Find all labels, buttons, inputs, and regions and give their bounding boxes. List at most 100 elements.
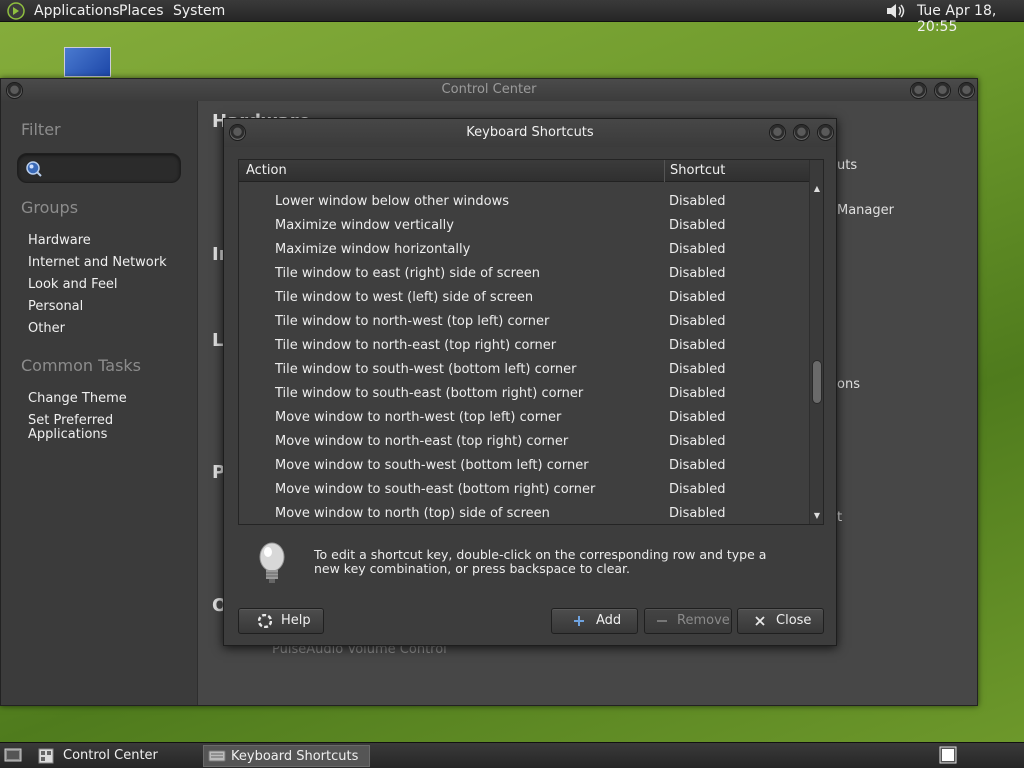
top-panel: Applications Places System Tue Apr 18, 2… xyxy=(0,0,1024,35)
action-cell: Move window to north-west (top left) cor… xyxy=(275,410,562,425)
item-partial-ons[interactable]: ons xyxy=(837,377,860,392)
filter-heading: Filter xyxy=(21,120,61,139)
help-icon xyxy=(258,614,272,628)
shortcut-cell[interactable]: Disabled xyxy=(669,290,725,305)
common-tasks-heading: Common Tasks xyxy=(21,356,142,375)
table-row[interactable]: Maximize window horizontally Disabled xyxy=(239,238,809,262)
filter-input[interactable] xyxy=(46,158,176,178)
shortcuts-table[interactable]: Action Shortcut Raise window above other… xyxy=(238,159,824,525)
hint-line-1: To edit a shortcut key, double-click on … xyxy=(314,547,767,562)
column-header-shortcut[interactable]: Shortcut xyxy=(670,163,725,178)
item-partial-t[interactable]: t xyxy=(837,510,842,525)
table-row[interactable]: Tile window to south-west (bottom left) … xyxy=(239,358,809,382)
remove-button[interactable]: Remove xyxy=(644,608,732,634)
volume-icon[interactable] xyxy=(884,2,908,20)
show-desktop-icon[interactable] xyxy=(4,747,22,763)
add-button[interactable]: Add xyxy=(551,608,638,634)
taskbar-item-keyboard-shortcuts[interactable]: Keyboard Shortcuts xyxy=(203,745,370,767)
help-button[interactable]: Help xyxy=(238,608,324,634)
action-cell: Tile window to east (right) side of scre… xyxy=(275,266,540,281)
close-window-button[interactable] xyxy=(958,82,975,99)
shortcut-cell[interactable]: Disabled xyxy=(669,482,725,497)
shortcut-cell[interactable]: Disabled xyxy=(669,410,725,425)
dialog-minimize-button[interactable] xyxy=(769,124,786,141)
table-row[interactable]: Move window to north (top) side of scree… xyxy=(239,502,809,524)
scroll-down-arrow-icon[interactable]: ▼ xyxy=(812,512,822,520)
close-button[interactable]: Close xyxy=(737,608,824,634)
lightbulb-icon xyxy=(259,542,285,583)
remove-icon xyxy=(657,620,667,622)
window-title: Control Center xyxy=(441,82,537,97)
table-row[interactable]: Move window to north-east (top right) co… xyxy=(239,430,809,454)
action-cell: Maximize window horizontally xyxy=(275,242,471,257)
add-label: Add xyxy=(596,613,622,628)
dialog-titlebar[interactable]: Keyboard Shortcuts xyxy=(224,119,836,147)
menu-places[interactable]: Places xyxy=(119,3,164,19)
shortcut-cell[interactable]: Disabled xyxy=(669,218,725,233)
dialog-close-window-button[interactable] xyxy=(817,124,834,141)
add-icon xyxy=(574,616,584,626)
taskbar-label-control-center: Control Center xyxy=(63,748,158,763)
column-divider[interactable] xyxy=(664,160,665,182)
keyboard-shortcuts-dialog: Keyboard Shortcuts Action Shortcut Raise… xyxy=(223,118,837,646)
clock[interactable]: Tue Apr 18, 20:55 xyxy=(917,3,1024,35)
desktop-computer-icon[interactable] xyxy=(64,47,111,77)
dialog-maximize-button[interactable] xyxy=(793,124,810,141)
control-center-titlebar[interactable]: Control Center xyxy=(1,79,977,101)
minimize-button[interactable] xyxy=(910,82,927,99)
shortcut-cell[interactable]: Disabled xyxy=(669,314,725,329)
table-row[interactable]: Move window to south-west (bottom left) … xyxy=(239,454,809,478)
table-row[interactable]: Raise window above other windows Disabled xyxy=(239,182,809,190)
item-partial-uts[interactable]: uts xyxy=(837,158,857,173)
close-label: Close xyxy=(776,613,812,628)
scrollbar-thumb[interactable] xyxy=(812,360,822,404)
keyboard-icon xyxy=(208,750,226,762)
group-other[interactable]: Other xyxy=(28,321,65,336)
table-row[interactable]: Tile window to north-east (top right) co… xyxy=(239,334,809,358)
vertical-scrollbar[interactable]: ▲ ▼ xyxy=(809,160,823,524)
mate-logo-icon[interactable] xyxy=(6,2,26,20)
maximize-button[interactable] xyxy=(934,82,951,99)
taskbar-label-keyboard-shortcuts: Keyboard Shortcuts xyxy=(231,749,359,764)
task-set-preferred[interactable]: Set Preferred xyxy=(28,413,113,428)
task-change-theme[interactable]: Change Theme xyxy=(28,391,127,406)
table-row[interactable]: Tile window to north-west (top left) cor… xyxy=(239,310,809,334)
table-row[interactable]: Tile window to west (left) side of scree… xyxy=(239,286,809,310)
shortcut-cell[interactable]: Disabled xyxy=(669,386,725,401)
item-partial-manager[interactable]: Manager xyxy=(837,203,894,218)
shortcut-cell[interactable]: Disabled xyxy=(669,506,725,521)
table-row[interactable]: Tile window to east (right) side of scre… xyxy=(239,262,809,286)
shortcut-cell[interactable]: Disabled xyxy=(669,338,725,353)
table-row[interactable]: Move window to north-west (top left) cor… xyxy=(239,406,809,430)
dialog-title: Keyboard Shortcuts xyxy=(466,125,594,140)
control-center-icon xyxy=(38,748,54,764)
table-row[interactable]: Lower window below other windows Disabled xyxy=(239,190,809,214)
shortcut-cell[interactable]: Disabled xyxy=(669,434,725,449)
action-cell: Tile window to south-west (bottom left) … xyxy=(275,362,577,377)
table-row[interactable]: Move window to south-east (bottom right)… xyxy=(239,478,809,502)
table-header: Action Shortcut xyxy=(239,160,809,182)
taskbar-item-control-center[interactable]: Control Center xyxy=(34,745,199,767)
filter-field[interactable] xyxy=(17,153,181,183)
workspace-icon[interactable] xyxy=(938,745,958,765)
menu-applications[interactable]: Applications xyxy=(34,3,120,19)
column-header-action[interactable]: Action xyxy=(246,163,287,178)
shortcut-cell[interactable]: Disabled xyxy=(669,182,725,185)
group-personal[interactable]: Personal xyxy=(28,299,83,314)
table-row[interactable]: Tile window to south-east (bottom right)… xyxy=(239,382,809,406)
shortcut-cell[interactable]: Disabled xyxy=(669,362,725,377)
group-hardware[interactable]: Hardware xyxy=(28,233,91,248)
group-internet-network[interactable]: Internet and Network xyxy=(28,255,167,270)
shortcut-cell[interactable]: Disabled xyxy=(669,242,725,257)
table-row[interactable]: Maximize window vertically Disabled xyxy=(239,214,809,238)
shortcut-cell[interactable]: Disabled xyxy=(669,194,725,209)
groups-heading: Groups xyxy=(21,198,79,217)
scroll-up-arrow-icon[interactable]: ▲ xyxy=(812,185,822,193)
close-icon xyxy=(755,616,765,626)
action-cell: Move window to south-west (bottom left) … xyxy=(275,458,589,473)
shortcut-cell[interactable]: Disabled xyxy=(669,266,725,281)
shortcut-cell[interactable]: Disabled xyxy=(669,458,725,473)
group-look-and-feel[interactable]: Look and Feel xyxy=(28,277,118,292)
menu-system[interactable]: System xyxy=(173,3,225,19)
task-applications[interactable]: Applications xyxy=(28,427,107,442)
